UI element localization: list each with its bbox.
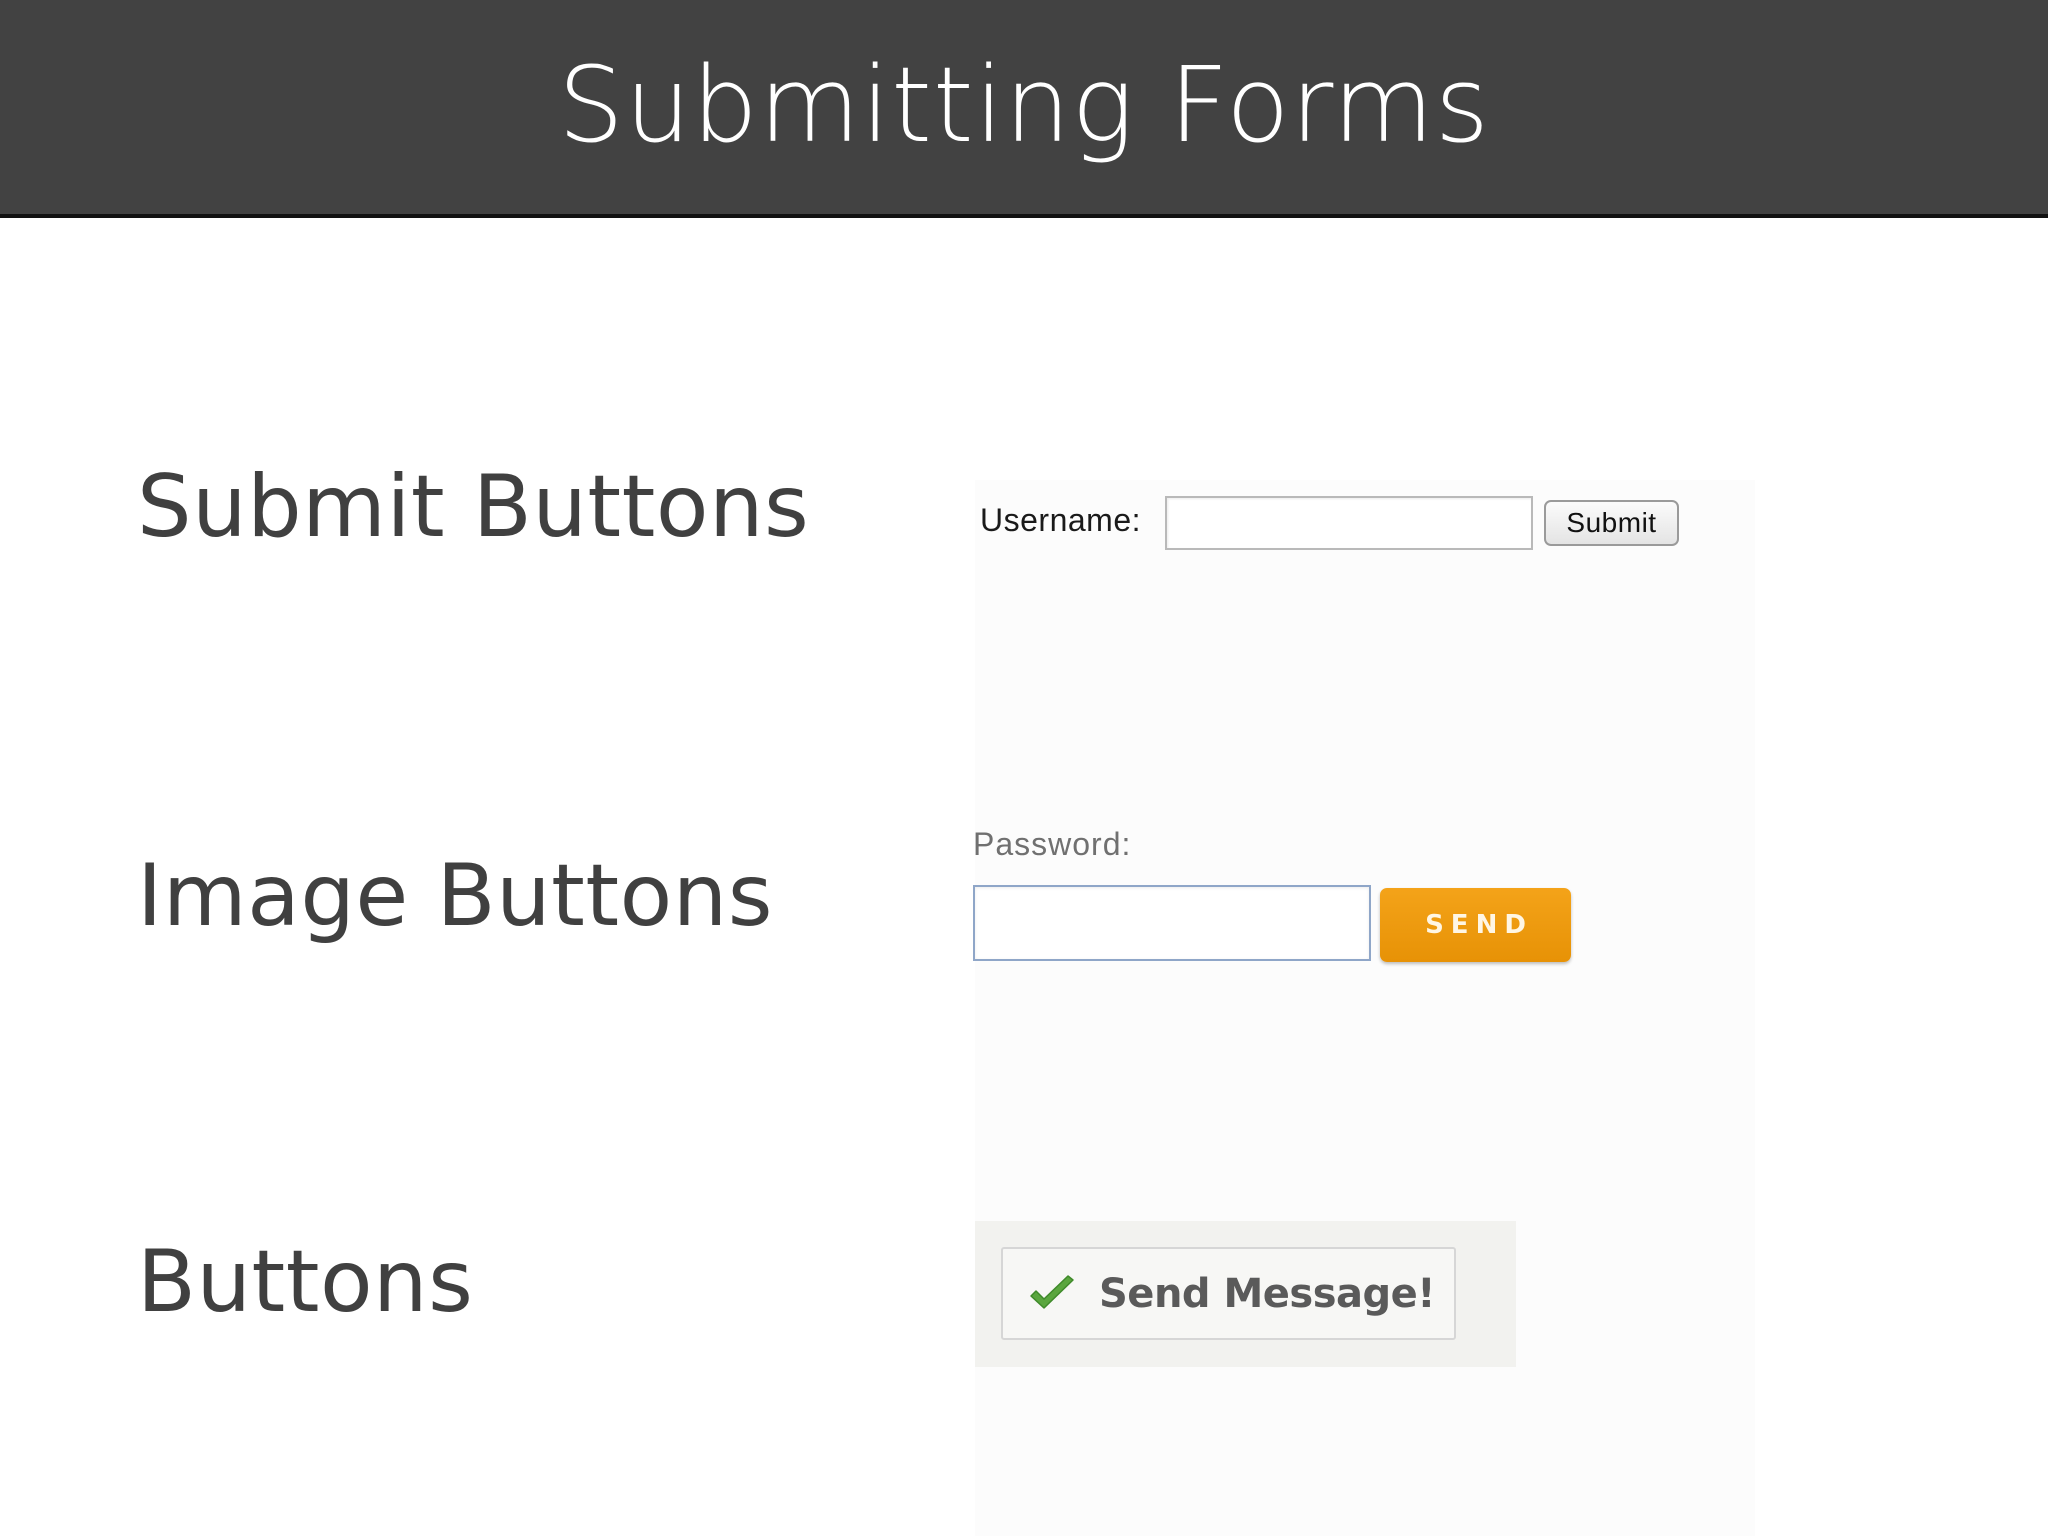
send-image-button[interactable]: SEND [1380,888,1571,962]
send-message-button[interactable]: Send Message! [1001,1247,1456,1340]
slide-header: Submitting Forms [0,0,2048,218]
username-input[interactable] [1165,496,1533,550]
password-input[interactable] [973,885,1371,961]
password-label: Password: [973,826,1132,862]
username-label: Username: [980,502,1141,538]
submit-buttons-heading: Submit Buttons [137,457,810,557]
buttons-heading: Buttons [137,1232,474,1332]
submit-button[interactable]: Submit [1544,500,1679,546]
examples-area [975,480,1755,1536]
send-message-label: Send Message! [1099,1270,1436,1317]
slide-title: Submitting Forms [557,44,1491,166]
checkmark-icon [1027,1274,1077,1314]
image-buttons-heading: Image Buttons [137,846,774,946]
